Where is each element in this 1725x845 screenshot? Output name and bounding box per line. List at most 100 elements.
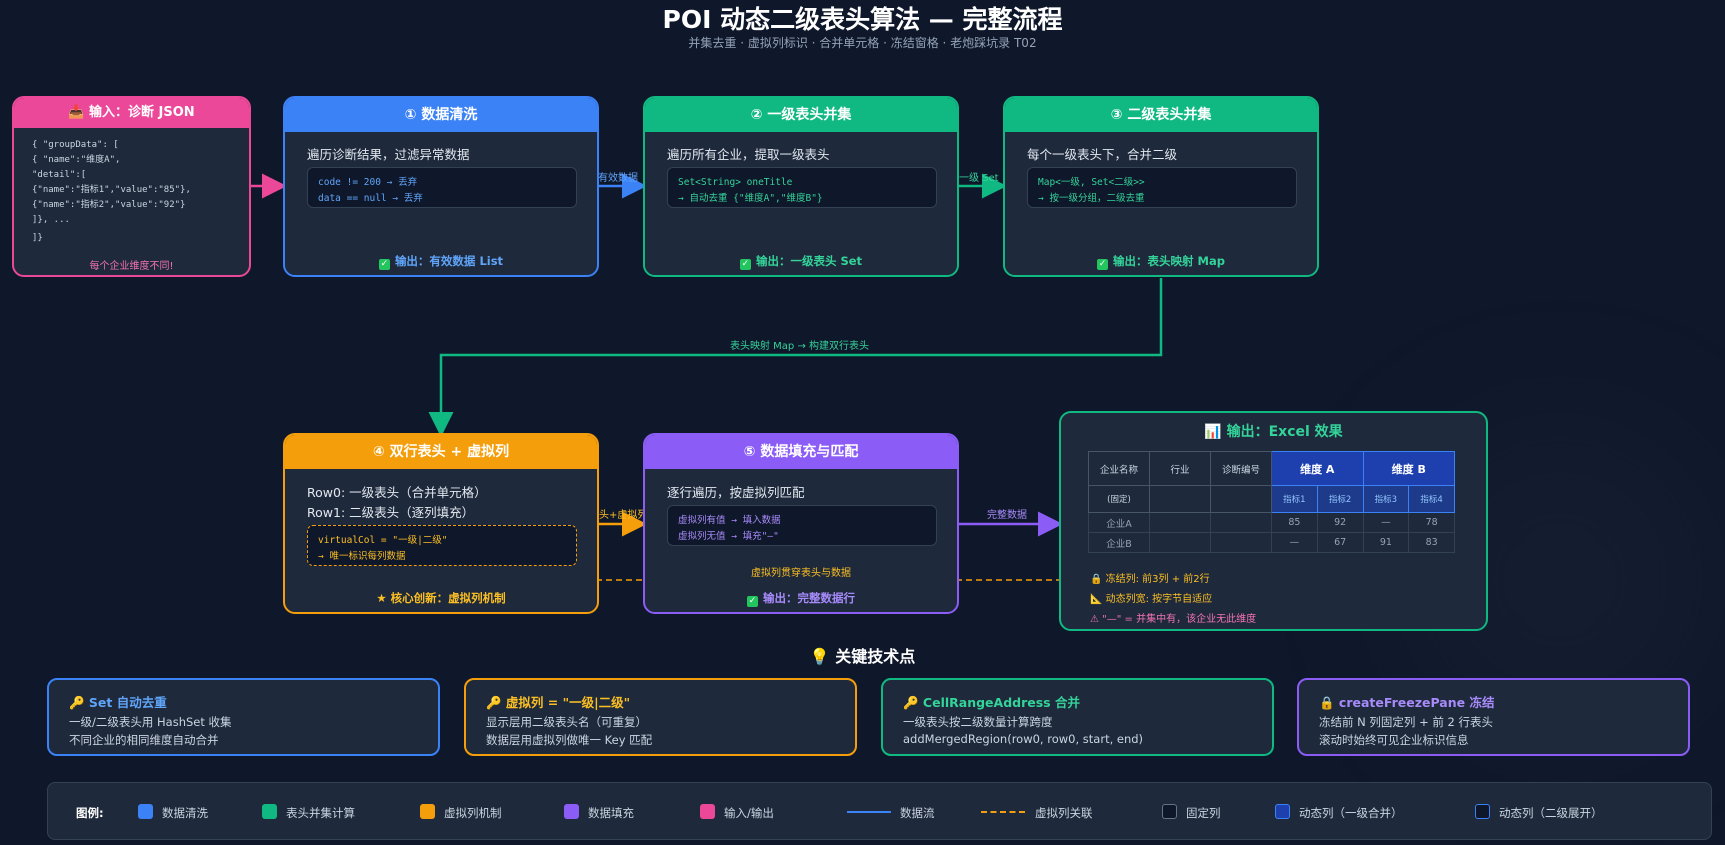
json-line: ]}	[32, 233, 43, 243]
excel-output-box: 📊 输出：Excel 效果 企业名称 行业 诊断编号 维度 A 维度 B (固定…	[1059, 411, 1488, 631]
fixed-col-header: 诊断编号	[1210, 451, 1272, 486]
legend-label: 虚拟列机制	[444, 806, 502, 820]
legend-swatch-green	[262, 804, 277, 819]
legend-label: 动态列（二级展开）	[1499, 806, 1603, 820]
legend-label: 动态列（一级合并）	[1299, 806, 1403, 820]
cell	[1210, 512, 1272, 533]
excel-title: 📊 输出：Excel 效果	[1204, 424, 1343, 440]
code-line: Set<String> oneTitle	[678, 177, 793, 188]
step5-data-fill: ⑤ 数据填充与匹配 逐行遍历，按虚拟列匹配 虚拟列有值 → 填入数据 虚拟列无值…	[643, 433, 959, 614]
legend-line-dashed	[981, 811, 1025, 813]
dim-header-a: 维度 A	[1271, 451, 1364, 486]
code-line: code != 200 → 丢弃	[318, 177, 418, 188]
legend-label: 输入/输出	[724, 806, 774, 820]
code-line: → 按一级分组，二级去重	[1038, 193, 1145, 204]
keypoint-set-dedupe: 🔑 Set 自动去重 一级/二级表头用 HashSet 收集 不同企业的相同维度…	[47, 678, 440, 756]
legend: 图例: 数据清洗 表头并集计算 虚拟列机制 数据填充 输入/输出 数据流 虚拟列…	[47, 782, 1712, 840]
legend-label: 数据流	[900, 806, 935, 820]
step5-desc: 逐行遍历，按虚拟列匹配	[667, 485, 805, 500]
fixed-empty	[1149, 485, 1211, 513]
step1-output-text: 输出：有效数据 List	[394, 254, 504, 268]
step2-level1-union: ② 一级表头并集 遍历所有企业，提取一级表头 Set<String> oneTi…	[643, 96, 959, 277]
code-line: → 唯一标识每列数据	[318, 551, 406, 562]
input-note: 每个企业维度不同!	[89, 261, 174, 272]
step4-output-text: 核心创新：虚拟列机制	[390, 591, 506, 605]
keypoint-line: 滚动时始终可见企业标识信息	[1319, 733, 1469, 747]
fixed-col-header: 行业	[1149, 451, 1211, 486]
step2-code: Set<String> oneTitle → 自动去重 {"维度A","维度B"…	[667, 167, 937, 208]
step4-desc-row1: Row1: 二级表头（逐列填充）	[307, 505, 475, 520]
input-title: 📥 输入：诊断 JSON	[14, 98, 249, 128]
json-line: {"name":"指标2","value":"92"}	[32, 200, 186, 210]
step3-code: Map<一级, Set<二级>> → 按一级分组，二级去重	[1027, 167, 1297, 208]
excel-note-width: 📐 动态列宽: 按字节自适应	[1090, 594, 1213, 605]
step4-title: ④ 双行表头 + 虚拟列	[285, 435, 597, 469]
keypoint-line: 显示层用二级表头名（可重复）	[486, 715, 647, 729]
arrow-step3-step4	[428, 278, 1163, 437]
cell: 92	[1316, 512, 1364, 533]
step4-output: ★ 核心创新：虚拟列机制	[285, 590, 597, 606]
keypoints-title: 💡 关键技术点	[809, 647, 916, 666]
keypoint-line: 不同企业的相同维度自动合并	[69, 733, 219, 747]
step2-title: ② 一级表头并集	[645, 98, 957, 132]
step4-code: virtualCol = "一级|二级" → 唯一标识每列数据	[307, 525, 577, 566]
excel-note-dash: ⚠ "—" = 并集中有，该企业无此维度	[1090, 614, 1257, 625]
step4-double-header: ④ 双行表头 + 虚拟列 Row0: 一级表头（合并单元格） Row1: 二级表…	[283, 433, 599, 614]
code-line: → 自动去重 {"维度A","维度B"}	[678, 193, 823, 204]
excel-preview-table: 企业名称 行业 诊断编号 维度 A 维度 B (固定) 指标1 指标2 指标3 …	[1088, 451, 1455, 553]
metric-header: 指标4	[1408, 485, 1455, 513]
excel-note-freeze: 🔒 冻结列: 前3列 + 前2行	[1090, 574, 1210, 585]
step1-code: code != 200 → 丢弃 data == null → 丢弃	[307, 167, 577, 208]
cell: 91	[1362, 532, 1410, 553]
keypoint-title: 🔑 CellRangeAddress 合并	[903, 695, 1080, 710]
legend-swatch-purple	[564, 804, 579, 819]
check-icon: ✓	[747, 596, 758, 607]
legend-swatch-pink	[700, 804, 715, 819]
keypoint-line: 一级/二级表头用 HashSet 收集	[69, 715, 232, 729]
arrow-label-header-map: 表头映射 Map → 构建双行表头	[730, 341, 870, 352]
cell	[1149, 532, 1211, 553]
cell	[1210, 532, 1272, 553]
cell: —	[1362, 512, 1410, 533]
cell: 83	[1408, 532, 1455, 553]
step2-output-text: 输出：一级表头 Set	[755, 254, 863, 268]
keypoint-line: addMergedRegion(row0, row0, start, end)	[903, 732, 1144, 746]
arrow-label-complete-data: 完整数据	[987, 510, 1027, 521]
cell: 78	[1408, 512, 1455, 533]
legend-label: 表头并集计算	[286, 806, 355, 820]
code-line: 虚拟列有值 → 填入数据	[678, 515, 781, 526]
input-json-box: 📥 输入：诊断 JSON { "groupData": [ { "name":"…	[12, 96, 251, 277]
fixed-empty	[1210, 485, 1272, 513]
cell: 67	[1316, 532, 1364, 553]
arrow-label-valid-data: 有效数据	[598, 173, 638, 184]
legend-line-solid	[847, 811, 891, 813]
json-line: { "groupData": [	[32, 140, 119, 150]
step1-title: ① 数据清洗	[285, 98, 597, 132]
keypoint-title: 🔒 createFreezePane 冻结	[1319, 695, 1495, 710]
star-icon: ★	[376, 591, 387, 605]
arrow-label-title-set: 一级 Set	[959, 173, 999, 184]
table-row: 企业B — 67 91 83	[1088, 532, 1455, 553]
legend-title: 图例:	[76, 806, 104, 820]
json-line: "detail":[	[32, 170, 87, 180]
code-line: virtualCol = "一级|二级"	[318, 535, 448, 546]
step5-output-text: 输出：完整数据行	[763, 591, 855, 605]
legend-swatch-blue	[138, 804, 153, 819]
keypoint-title: 🔑 Set 自动去重	[69, 695, 167, 710]
legend-swatch-dim1	[1275, 804, 1290, 819]
step1-output: ✓ 输出：有效数据 List	[285, 253, 597, 270]
code-line: data == null → 丢弃	[318, 193, 423, 204]
keypoint-virtual-col: 🔑 虚拟列 = "一级|二级" 显示层用二级表头名（可重复） 数据层用虚拟列做唯…	[464, 678, 857, 756]
table-row: 企业A 85 92 — 78	[1088, 512, 1455, 533]
keypoint-line: 冻结前 N 列固定列 + 前 2 行表头	[1319, 715, 1493, 729]
step3-level2-union: ③ 二级表头并集 每个一级表头下，合并二级 Map<一级, Set<二级>> →…	[1003, 96, 1319, 277]
keypoint-title: 🔑 虚拟列 = "一级|二级"	[486, 695, 631, 710]
check-icon: ✓	[378, 259, 390, 270]
metric-header: 指标3	[1362, 485, 1410, 513]
step4-desc-row0: Row0: 一级表头（合并单元格）	[307, 485, 487, 500]
cell	[1149, 512, 1211, 533]
legend-label: 数据填充	[588, 806, 634, 820]
legend-label: 数据清洗	[162, 806, 208, 820]
cell: —	[1271, 532, 1318, 553]
code-line: 虚拟列无值 → 填充"—"	[678, 531, 779, 542]
